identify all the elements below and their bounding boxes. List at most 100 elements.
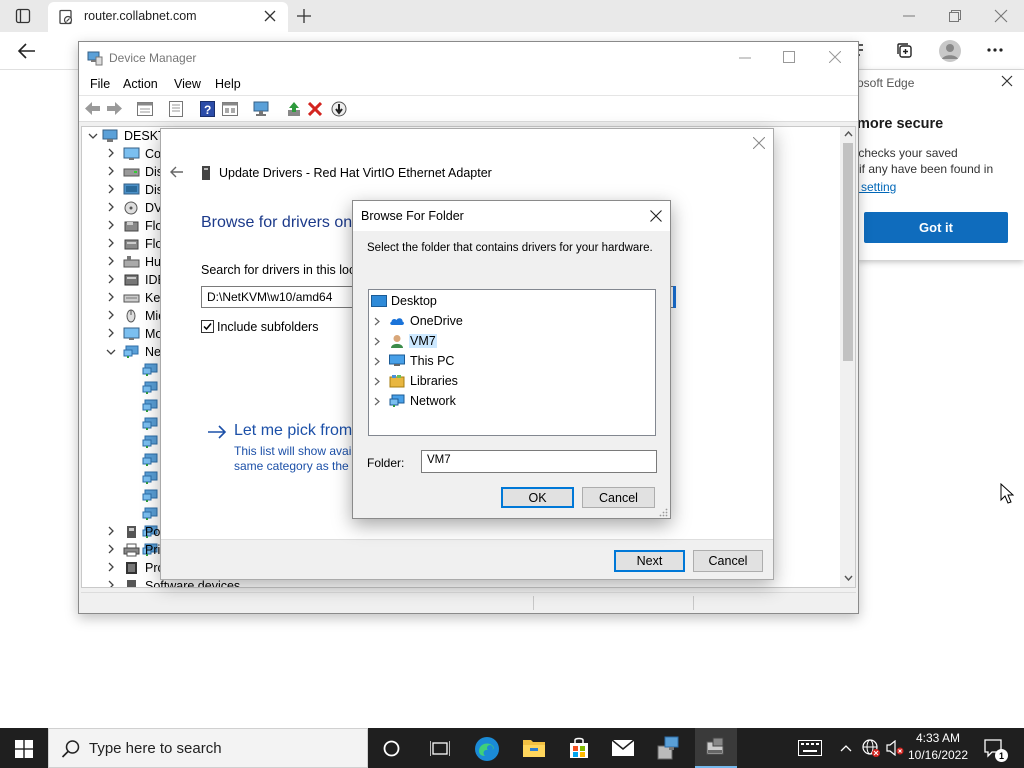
network-adapter-item-icon[interactable]: [142, 435, 158, 449]
edge-browser-icon[interactable]: [474, 736, 500, 762]
windows-start-icon[interactable]: [15, 740, 33, 758]
expand-chevron-icon[interactable]: [107, 544, 115, 554]
profile-avatar-icon[interactable]: [938, 39, 962, 63]
expand-chevron-icon[interactable]: [374, 357, 380, 366]
expand-chevron-icon[interactable]: [107, 238, 115, 248]
network-adapter-item-icon[interactable]: [142, 417, 158, 431]
scroll-down-icon[interactable]: [844, 575, 853, 581]
mail-icon[interactable]: [611, 739, 635, 757]
network-adapter-item-icon[interactable]: [142, 471, 158, 485]
task-view-icon[interactable]: [430, 740, 450, 757]
close-wizard-icon[interactable]: [753, 137, 765, 149]
wizard-back-arrow-icon[interactable]: [169, 166, 184, 178]
scroll-up-icon[interactable]: [844, 131, 853, 137]
keyboard-layout-icon[interactable]: [798, 740, 822, 756]
collapse-chevron-icon[interactable]: [88, 131, 98, 141]
more-options-icon[interactable]: [986, 47, 1004, 53]
close-popup-icon[interactable]: [1001, 75, 1013, 87]
collections-icon[interactable]: [895, 41, 915, 61]
update-driver-icon[interactable]: [286, 101, 302, 117]
show-hidden-icon[interactable]: [169, 101, 183, 117]
network-adapter-item-icon[interactable]: [142, 381, 158, 395]
show-hidden-icons-chevron-icon[interactable]: [840, 744, 852, 752]
disable-device-icon[interactable]: [331, 101, 347, 117]
volume-muted-icon[interactable]: [886, 740, 904, 756]
browse-button-edge[interactable]: [673, 286, 676, 308]
expand-chevron-icon[interactable]: [107, 274, 115, 284]
pick-arrow-icon[interactable]: [207, 425, 227, 439]
scan-hardware-icon[interactable]: [253, 101, 271, 117]
let-me-pick-link[interactable]: Let me pick from: [234, 422, 352, 440]
folder-item-vm7[interactable]: VM7: [369, 331, 655, 351]
expand-chevron-icon[interactable]: [107, 562, 115, 572]
network-adapter-item-icon[interactable]: [142, 489, 158, 503]
close-dialog-icon[interactable]: [650, 210, 662, 222]
clock-date[interactable]: 10/16/2022: [904, 748, 972, 762]
cancel-button[interactable]: Cancel: [693, 550, 763, 572]
file-explorer-icon[interactable]: [522, 737, 546, 759]
close-window-icon[interactable]: [994, 9, 1008, 23]
folder-name-input[interactable]: VM7: [421, 450, 657, 473]
expand-chevron-icon[interactable]: [107, 580, 115, 587]
restore-icon[interactable]: [948, 9, 962, 23]
expand-chevron-icon[interactable]: [107, 166, 115, 176]
scrollbar-thumb[interactable]: [843, 143, 853, 361]
help-icon[interactable]: ?: [200, 101, 215, 117]
expand-chevron-icon[interactable]: [374, 397, 380, 406]
new-tab-icon[interactable]: [296, 8, 312, 24]
folder-item-libraries[interactable]: Libraries: [369, 371, 655, 391]
network-adapter-item-icon[interactable]: [142, 453, 158, 467]
properties-view-icon[interactable]: [137, 102, 153, 116]
resources-view-icon[interactable]: [222, 102, 238, 116]
folder-item-onedrive[interactable]: OneDrive: [369, 311, 655, 331]
folder-item-desktop[interactable]: Desktop: [369, 291, 655, 311]
back-arrow-icon[interactable]: [84, 101, 101, 116]
next-button[interactable]: Next: [614, 550, 685, 572]
folder-item-network[interactable]: Network: [369, 391, 655, 411]
menu-file[interactable]: File: [90, 77, 110, 91]
checkbox-checked-icon[interactable]: [201, 320, 214, 333]
expand-chevron-icon[interactable]: [374, 337, 380, 346]
minimize-icon[interactable]: [739, 52, 751, 64]
menu-help[interactable]: Help: [215, 77, 241, 91]
expand-chevron-icon[interactable]: [107, 148, 115, 158]
tab-actions-icon[interactable]: [15, 8, 31, 24]
network-adapter-item-icon[interactable]: [142, 363, 158, 377]
uninstall-device-icon[interactable]: [308, 102, 322, 116]
close-tab-icon[interactable]: [264, 10, 276, 22]
back-arrow-icon[interactable]: [17, 42, 37, 60]
expand-chevron-icon[interactable]: [107, 292, 115, 302]
close-window-icon[interactable]: [829, 51, 841, 63]
collapse-chevron-icon[interactable]: [106, 348, 116, 356]
browser-tab[interactable]: router.collabnet.com: [48, 2, 288, 32]
network-connections-icon[interactable]: [656, 735, 682, 761]
ok-button[interactable]: OK: [501, 487, 574, 508]
expand-chevron-icon[interactable]: [107, 202, 115, 212]
expand-chevron-icon[interactable]: [107, 310, 115, 320]
expand-chevron-icon[interactable]: [107, 220, 115, 230]
cortana-icon[interactable]: [383, 740, 400, 757]
network-adapter-item-icon[interactable]: [142, 507, 158, 521]
network-status-icon[interactable]: [862, 739, 880, 757]
expand-chevron-icon[interactable]: [374, 377, 380, 386]
microsoft-store-icon[interactable]: [567, 736, 591, 760]
expand-chevron-icon[interactable]: [107, 526, 115, 536]
clock-time[interactable]: 4:33 AM: [904, 731, 972, 745]
taskbar-search-box[interactable]: Type here to search: [48, 728, 368, 768]
cancel-button[interactable]: Cancel: [582, 487, 655, 508]
expand-chevron-icon[interactable]: [107, 184, 115, 194]
resize-grip-icon[interactable]: [659, 508, 668, 517]
expand-chevron-icon[interactable]: [107, 256, 115, 266]
forward-arrow-icon[interactable]: [106, 101, 123, 116]
folder-item-this-pc[interactable]: This PC: [369, 351, 655, 371]
device-manager-taskbar-button[interactable]: [695, 728, 737, 768]
expand-chevron-icon[interactable]: [107, 328, 115, 338]
menu-view[interactable]: View: [174, 77, 201, 91]
minimize-icon[interactable]: [902, 9, 916, 23]
tree-scrollbar[interactable]: [840, 127, 855, 587]
menu-action[interactable]: Action: [123, 77, 158, 91]
expand-chevron-icon[interactable]: [374, 317, 380, 326]
network-adapter-item-icon[interactable]: [142, 399, 158, 413]
got-it-button[interactable]: Got it: [864, 212, 1008, 243]
maximize-icon[interactable]: [783, 51, 795, 63]
